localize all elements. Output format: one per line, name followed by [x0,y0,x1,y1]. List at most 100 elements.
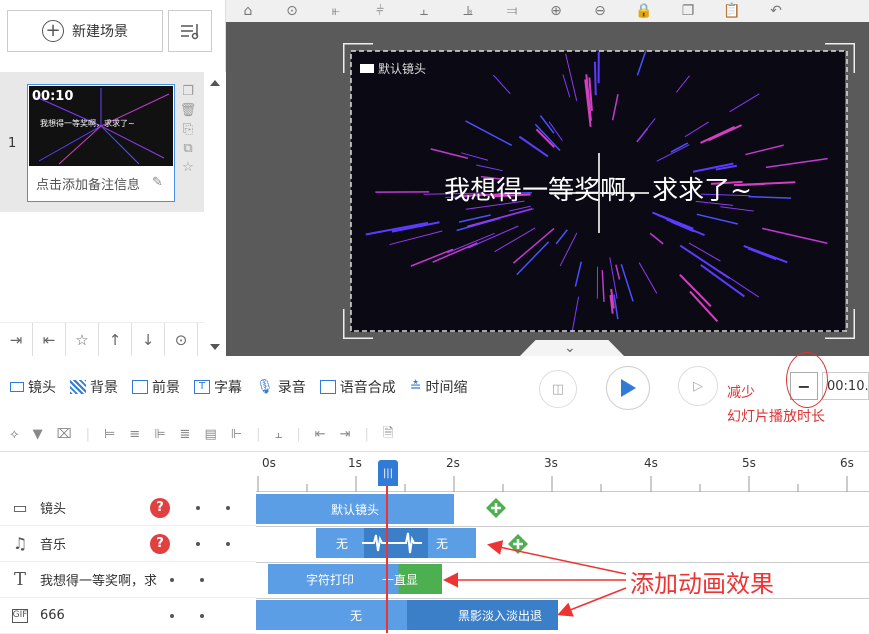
track-music[interactable]: ♫ 音乐 ? [0,526,256,562]
main-caption[interactable]: 我想得一等奖啊，求求了~ [351,170,845,207]
export-scene-icon[interactable]: ⇤ [33,323,66,357]
align-top-icon[interactable]: ⫠ [402,3,446,19]
zoom-out-icon[interactable]: ⊖ [578,3,622,19]
preview-scene-button[interactable]: ◫ [539,370,577,408]
camera-clip[interactable]: 默认镜头 [256,494,454,524]
music-clip[interactable]: 无 无 [316,528,476,558]
delete-icon[interactable]: 🗑 [180,103,197,118]
help-icon[interactable]: ? [150,534,170,554]
add-music-icon[interactable] [508,534,528,554]
move-left-icon[interactable]: ⇤ [315,427,326,442]
bookmark-icon[interactable]: 🗎 [383,424,393,446]
camera-tool[interactable]: 镜头 [10,377,56,397]
visibility-dot[interactable] [170,578,174,582]
gif-clip[interactable]: 无 黑影淡入淡出退 [256,600,558,630]
thumbnail-caption: 我想得一等奖啊，求求了~ [40,118,135,129]
align-left-track-icon[interactable]: ⊨ [104,427,115,442]
lock-dot[interactable] [200,614,204,618]
locate-icon[interactable]: ⟡ [10,427,19,442]
scene-list-button[interactable] [168,10,212,52]
track-text[interactable]: T 我想得一等奖啊，求 [0,562,256,598]
play-button[interactable] [606,366,650,410]
move-right-icon[interactable]: ⇥ [340,427,351,442]
more-icon[interactable]: ⊙ [165,323,198,357]
playhead-handle[interactable]: ||| [378,460,398,486]
filter-icon[interactable]: ▼ [33,427,43,442]
gif-icon: GIF [12,609,28,623]
group-icon[interactable]: ⧉ [183,141,192,156]
clear-filter-icon[interactable]: ⌧ [57,427,72,442]
star-icon[interactable]: ☆ [182,160,194,175]
align-right-track-icon[interactable]: ⊫ [154,427,165,442]
camera-icon [10,382,24,392]
time-ruler[interactable]: 0s 1s 2s 3s 4s 5s 6s [256,452,869,492]
favorite-icon[interactable]: ☆ [66,323,99,357]
distribute-icon[interactable]: ≣ [180,427,191,442]
list-music-icon [179,22,201,40]
lock-dot[interactable] [200,578,204,582]
track-name: 666 [40,608,170,623]
play-next-button[interactable]: ▷ [678,366,718,406]
collapse-toggle[interactable]: ⌄ [520,340,624,356]
track-gif[interactable]: GIF 666 [0,598,256,634]
align-center-icon[interactable]: ⫩ [358,3,402,19]
tts-icon [320,380,336,394]
move-down-icon[interactable]: ↓ [132,323,165,357]
scene-scrollbar[interactable] [204,72,226,356]
record-tool[interactable]: 🎙录音 [256,377,306,397]
music-fade-in-label: 无 [336,535,348,552]
align-bottom-icon[interactable]: ⫡ [446,3,490,19]
more-options-icon[interactable]: ⊙ [270,3,314,19]
stretch-icon[interactable]: ▤ [204,427,216,442]
align-middle-icon[interactable]: ⫤ [490,3,534,19]
camera-label: 默认镜头 [360,60,426,77]
add-camera-icon[interactable] [486,498,506,518]
visibility-dot[interactable] [196,542,200,546]
track-name: 我想得一等奖啊，求 [40,570,170,589]
copy-icon[interactable]: ❐ [666,3,710,19]
help-icon[interactable]: ? [150,498,170,518]
fit-icon[interactable]: ⊩ [231,427,242,442]
background-tool[interactable]: 背景 [70,377,118,397]
import-icon[interactable]: ⇥ [0,323,33,357]
new-scene-button[interactable]: + 新建场景 [7,10,163,52]
shift-icon[interactable]: ⫠ [274,427,282,442]
time-scale-tool[interactable]: ≛时间缩 [410,377,468,397]
foreground-tool[interactable]: 前景 [132,377,180,397]
subtitle-tool[interactable]: T字幕 [194,377,242,397]
text-enter-label: 字符打印 [306,571,354,588]
copy-icon[interactable]: ❐ [182,84,194,99]
lock-dot[interactable] [226,506,230,510]
paste-icon[interactable]: 📋 [710,3,754,19]
lock-icon[interactable]: 🔒 [622,3,666,19]
align-left-icon[interactable]: ⫦ [314,3,358,19]
edit-icon[interactable]: ✎ [152,175,163,190]
align-center-track-icon[interactable]: ≡ [129,427,140,442]
tts-tool[interactable]: 语音合成 [320,377,396,397]
text-clip[interactable]: 字符打印 一直显 [268,564,442,594]
undo-icon[interactable]: ↶ [754,3,798,19]
visibility-dot[interactable] [196,506,200,510]
lock-dot[interactable] [226,542,230,546]
subtitle-tool-label: 字幕 [214,377,242,397]
duration-field[interactable]: 00:10. [822,372,869,400]
scene-note-field[interactable]: 点击添加备注信息 [36,174,168,193]
scene-side-icons: ❐ 🗑 ⎘ ⧉ ☆ [180,84,196,175]
annotation-reduce: 减少 [727,382,755,402]
thumbnail-duration: 00:10 [32,89,73,104]
foreground-icon [132,380,148,394]
scene-actions-bar: ⇥ ⇤ ☆ ↑ ↓ ⊙ [0,322,204,356]
camera-icon: ▭ [0,498,40,517]
scroll-up-icon[interactable] [210,80,220,86]
time-scale-tool-label: 时间缩 [426,377,468,397]
export-icon[interactable]: ⎘ [183,122,193,137]
home-icon[interactable]: ⌂ [226,3,270,19]
scroll-down-icon[interactable] [210,344,220,350]
microphone-icon: 🎙 [256,379,274,395]
visibility-dot[interactable] [170,614,174,618]
zoom-in-icon[interactable]: ⊕ [534,3,578,19]
move-up-icon[interactable]: ↑ [99,323,132,357]
gif-enter-label: 无 [350,607,362,624]
track-camera[interactable]: ▭ 镜头 ? [0,490,256,526]
foreground-tool-label: 前景 [152,377,180,397]
